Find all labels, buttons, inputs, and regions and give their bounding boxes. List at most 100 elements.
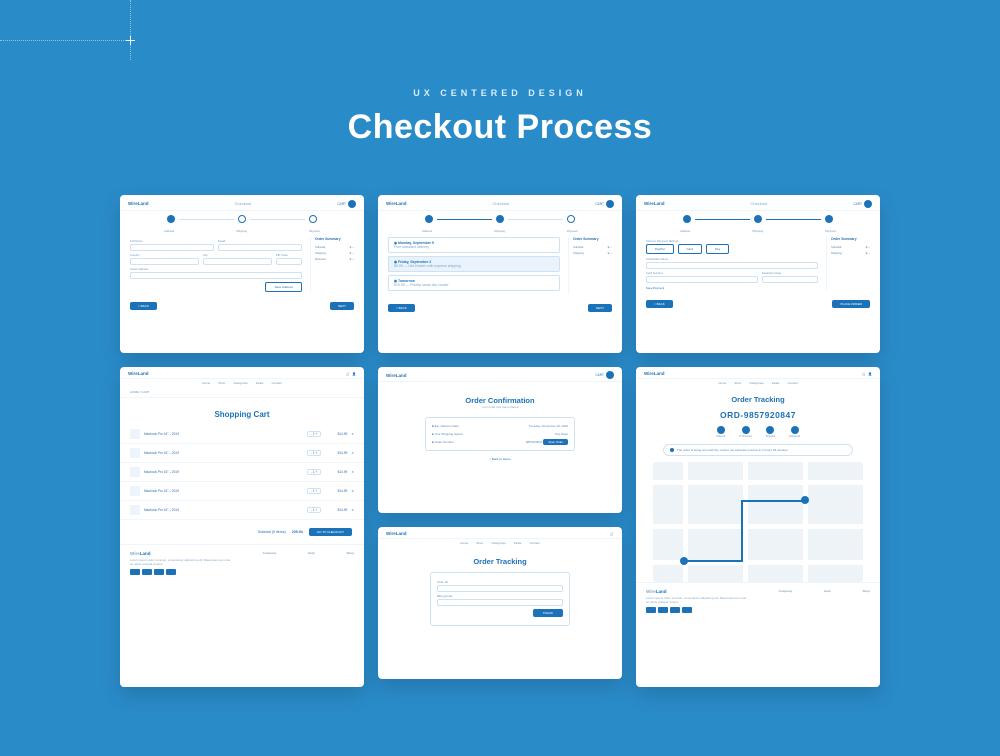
pay-method-card[interactable]: Card (678, 244, 703, 254)
country-select[interactable] (130, 258, 199, 265)
qty-stepper[interactable]: - 1 + (307, 431, 321, 437)
go-to-checkout-button[interactable]: GO TO CHECKOUT (309, 528, 352, 536)
cart-icon[interactable]: 🛒 (610, 532, 614, 536)
product-name: Macbook Pro 16" – 2019 (144, 489, 303, 493)
street-input[interactable] (130, 272, 302, 279)
pay-method-paypal[interactable]: PayPal (646, 244, 674, 254)
shipping-option[interactable]: ◉ Friday, September 2$9.99 — Get it fast… (388, 256, 560, 272)
continue-link[interactable]: < Back to Home (378, 457, 622, 461)
hero-title: Checkout Process (0, 108, 1000, 147)
remove-item-icon[interactable]: ✕ (351, 489, 354, 493)
card-shopping-cart: WireLand 🛒 👤 HomeShopCategoriesDealsCont… (120, 367, 364, 687)
card-checkout-address: WireLand Checkout CART AddressShippingPa… (120, 195, 364, 353)
card-checkout-payment: WireLand Checkout CART AddressShippingPa… (636, 195, 880, 353)
save-payment-toggle[interactable]: Save Payment (646, 286, 664, 290)
back-button[interactable]: < BACK (646, 300, 673, 308)
qty-stepper[interactable]: - 1 + (307, 450, 321, 456)
confirmation-line: ■ Order Number9857920847 Open Order (432, 438, 568, 446)
hero-eyebrow: UX CENTERED DESIGN (0, 88, 1000, 98)
remove-item-icon[interactable]: ✕ (351, 451, 354, 455)
confirmation-line: ■ Your Shipping SpeedTwo Days (432, 430, 568, 438)
email-input[interactable] (218, 244, 302, 251)
cart-indicator[interactable]: CART (595, 371, 614, 379)
product-thumb (130, 429, 140, 439)
map-pin-destination (801, 496, 809, 504)
place-order-button[interactable]: PLACE ORDER (832, 300, 870, 308)
cardname-input[interactable] (646, 262, 818, 269)
tracking-step: Processed (739, 426, 751, 438)
tracking-map[interactable] (653, 462, 863, 582)
breadcrumb: HOME / CART (120, 387, 364, 398)
brand: WireLand (128, 201, 148, 206)
qty-stepper[interactable]: - 1 + (307, 507, 321, 513)
tracking-step: Ordered (716, 426, 726, 438)
cart-indicator[interactable]: CART (595, 200, 614, 208)
line-price: $14.99 (325, 470, 347, 474)
step-node-3 (309, 215, 317, 223)
card-order-tracking-map: WireLand 🛒 👤 HomeShopCategoriesDealsCont… (636, 367, 880, 687)
cart-title: Shopping Cart (120, 410, 364, 419)
card-order-confirmation: WireLand CART Order Confirmation Your or… (378, 367, 622, 513)
tracking-step: Shipped (766, 426, 776, 438)
product-name: Macbook Pro 16" – 2019 (144, 508, 303, 512)
remove-item-icon[interactable]: ✕ (351, 432, 354, 436)
step-node-2 (238, 215, 246, 223)
main-nav[interactable]: HomeShopCategoriesDealsContact (378, 539, 622, 547)
remove-item-icon[interactable]: ✕ (351, 470, 354, 474)
subtotal-value: 209.94 (292, 530, 303, 534)
cardnumber-input[interactable] (646, 276, 758, 283)
zip-input[interactable] (276, 258, 302, 265)
order-id-input[interactable] (437, 585, 563, 592)
shipping-option[interactable]: ◉ Monday, September 5Free standard deliv… (388, 237, 560, 253)
tracking-title: Order Tracking (378, 557, 622, 566)
cardexp-input[interactable] (762, 276, 818, 283)
back-button[interactable]: < BACK (130, 302, 157, 310)
subtotal-label: Subtotal (5 items) (258, 530, 286, 534)
cart-item-row: Macbook Pro 16" – 2019 - 1 + $14.99 ✕ (120, 425, 364, 444)
line-price: $14.99 (325, 508, 347, 512)
product-thumb (130, 448, 140, 458)
cart-indicator[interactable]: CART (337, 200, 356, 208)
cart-item-row: Macbook Pro 16" – 2019- 1 +$14.99✕ (120, 444, 364, 463)
shipping-option[interactable]: ◉ Tomorrow$19.99 — Priority same-city co… (388, 275, 560, 291)
order-number: ORD-9857920847 (636, 410, 880, 420)
step-node-1 (167, 215, 175, 223)
cart-indicator[interactable]: CART (853, 200, 872, 208)
fullname-input[interactable] (130, 244, 214, 251)
confirmation-sub: Your order has been placed (378, 405, 622, 409)
open-order-button[interactable]: Open Order (543, 439, 568, 445)
product-thumb (130, 505, 140, 515)
next-button[interactable]: NEXT (330, 302, 354, 310)
qty-stepper[interactable]: - 1 + (307, 488, 321, 494)
tracking-step: Delivered (789, 426, 800, 438)
save-address-button[interactable]: Save Address (265, 282, 302, 292)
qty-stepper[interactable]: - 1 + (307, 469, 321, 475)
pay-method-other[interactable]: Pay (706, 244, 729, 254)
remove-item-icon[interactable]: ✕ (351, 508, 354, 512)
page-title: Checkout (234, 201, 251, 206)
card-order-tracking-form: WireLand 🛒 HomeShopCategoriesDealsContac… (378, 527, 622, 679)
tracking-title: Order Tracking (636, 395, 880, 404)
site-footer: WireLand Lorem ipsum dolor sit amet, con… (120, 544, 364, 581)
cart-item-row: Macbook Pro 16" – 2019 - 1 + $14.99 ✕ (120, 463, 364, 482)
cart-icon[interactable]: 🛒 (346, 372, 350, 376)
user-icon[interactable]: 👤 (868, 372, 872, 376)
crosshair-icon (126, 36, 135, 45)
product-thumb (130, 486, 140, 496)
progress-stepper (167, 215, 317, 223)
user-icon[interactable]: 👤 (352, 372, 356, 376)
product-name: Macbook Pro 16" – 2019 (144, 432, 303, 436)
next-button[interactable]: NEXT (588, 304, 612, 312)
line-price: $14.99 (325, 432, 347, 436)
main-nav[interactable]: HomeShopCategoriesDealsContact (120, 379, 364, 387)
product-name: Macbook Pro 16" – 2019 (144, 470, 303, 474)
site-footer: WireLand Lorem ipsum dolor sit amet, con… (636, 582, 880, 619)
cart-icon[interactable]: 🛒 (862, 372, 866, 376)
city-input[interactable] (203, 258, 272, 265)
track-button[interactable]: TRACK (533, 609, 563, 617)
main-nav[interactable]: HomeShopCategoriesDealsContact (636, 379, 880, 387)
back-button[interactable]: < BACK (388, 304, 415, 312)
product-thumb (130, 467, 140, 477)
cart-item-row: Macbook Pro 16" – 2019- 1 +$14.99✕ (120, 482, 364, 501)
billing-email-input[interactable] (437, 599, 563, 606)
